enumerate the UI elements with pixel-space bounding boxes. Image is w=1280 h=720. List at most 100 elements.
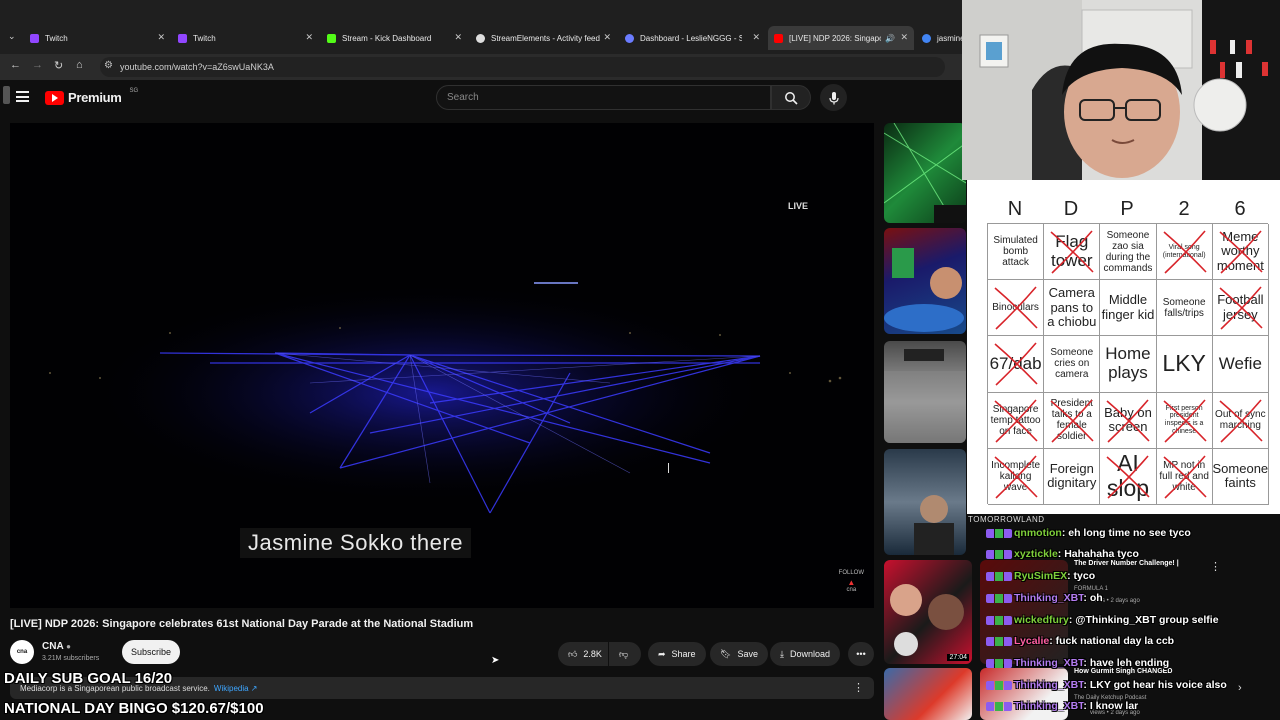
thumbnail-image xyxy=(884,248,964,332)
chat-badge-icon xyxy=(986,658,1012,668)
browser-tab[interactable]: Twitch ✕ xyxy=(178,28,313,48)
bingo-cell: Out of sync marching xyxy=(1212,392,1269,449)
streamelements-icon xyxy=(476,33,485,43)
search-input[interactable]: Search xyxy=(436,85,771,110)
bingo-cell: Someone faints xyxy=(1212,448,1269,505)
browser-tab[interactable]: jasmine xyxy=(922,28,962,48)
bingo-header: P xyxy=(1120,198,1134,220)
more-horizontal-icon: ••• xyxy=(856,649,866,659)
recommendation-thumbnail[interactable] xyxy=(884,228,966,334)
channel-name[interactable]: CNA ● xyxy=(42,641,71,652)
chat-badge-icon xyxy=(986,571,1012,581)
chat-message: qnmotion: eh long time no see tyco xyxy=(986,527,1191,539)
wikipedia-link[interactable]: Wikipedia ↗ xyxy=(214,684,258,693)
home-icon[interactable]: ⌂ xyxy=(76,59,83,71)
chat-username[interactable]: xyztickle xyxy=(1014,548,1058,560)
url-text: youtube.com/watch?v=aZ6swUaNK3A xyxy=(120,62,274,72)
bingo-cell: Viral song (international) xyxy=(1156,224,1213,281)
chat-username[interactable]: Thinking_XBT xyxy=(1014,592,1083,604)
search-button[interactable] xyxy=(771,85,811,110)
bingo-cell: Someone cries on camera xyxy=(1044,336,1101,393)
url-field[interactable]: ⚙ youtube.com/watch?v=aZ6swUaNK3A xyxy=(100,57,945,77)
chat-username[interactable]: Thinking_XBT xyxy=(1014,679,1083,691)
close-tab-icon[interactable]: ✕ xyxy=(157,32,165,43)
browser-tab-active[interactable]: [LIVE] NDP 2026: Singapore 🔊 ✕ xyxy=(768,26,914,50)
address-bar-row: ← → ↻ ⌂ ⚙ youtube.com/watch?v=aZ6swUaNK3… xyxy=(0,54,962,80)
chat-badge-icon xyxy=(986,549,1012,559)
sub-goal-overlay: DAILY SUB GOAL 16/20 xyxy=(4,670,173,687)
chat-username[interactable]: Thinking_XBT xyxy=(1014,700,1083,712)
browser-tab[interactable]: Stream - Kick Dashboard ✕ xyxy=(327,28,462,48)
chat-username[interactable]: RyuSimEX xyxy=(1014,570,1067,582)
chat-badge-icon xyxy=(986,680,1012,690)
bookmark-icon: 🔖︎ xyxy=(720,648,732,659)
tab-title: Dashboard - LeslieNGGG - Sync xyxy=(640,33,742,43)
bingo-cell-text: Viral song (international) xyxy=(1162,243,1206,259)
chat-username[interactable]: wickedfury xyxy=(1014,614,1069,626)
channel-name-text: CNA xyxy=(42,641,64,652)
more-vertical-icon[interactable]: ⋮ xyxy=(853,681,864,694)
bingo-cell-text: LKY xyxy=(1162,350,1206,377)
browser-tab[interactable]: Dashboard - LeslieNGGG - Sync ✕ xyxy=(625,28,760,48)
chat-text: have leh ending xyxy=(1089,657,1170,669)
bingo-goal-overlay: NATIONAL DAY BINGO $120.67/$100 xyxy=(4,700,264,717)
chat-username[interactable]: qnmotion xyxy=(1014,527,1062,539)
speaker-icon[interactable]: 🔊 xyxy=(885,34,895,43)
video-title: [LIVE] NDP 2026: Singapore celebrates 61… xyxy=(10,618,474,630)
download-icon: ⤓ xyxy=(780,648,784,659)
bingo-cell: 67/dab xyxy=(988,336,1045,393)
bingo-cell-text: Football jersey xyxy=(1217,292,1264,322)
voice-search-button[interactable] xyxy=(820,84,847,111)
region-label: SG xyxy=(129,87,139,94)
tab-list-icon[interactable]: ⌄ xyxy=(8,31,16,42)
forward-icon[interactable]: → xyxy=(32,59,43,71)
close-tab-icon[interactable]: ✕ xyxy=(752,32,760,43)
recommendation-thumbnail[interactable] xyxy=(884,123,966,223)
youtube-logo[interactable]: Premium SG xyxy=(45,87,139,105)
chat-message: wickedfury: @Thinking_XBT group selfie xyxy=(986,614,1219,626)
close-tab-icon[interactable]: ✕ xyxy=(900,32,908,43)
chat-username[interactable]: Lycalie xyxy=(1014,635,1049,647)
share-button[interactable]: ➦ Share xyxy=(648,642,706,666)
reload-icon[interactable]: ↻ xyxy=(54,59,63,72)
bingo-cell-text: Wefie xyxy=(1218,353,1262,373)
bingo-cell: Camera pans to a chiobu xyxy=(1044,280,1101,337)
thumbnail-image xyxy=(884,123,966,223)
bingo-cell-text: Binoculars xyxy=(992,302,1039,314)
download-button[interactable]: ⤓ Download xyxy=(770,642,841,666)
bingo-cell: AI slop xyxy=(1100,448,1157,505)
more-actions-button[interactable]: ••• xyxy=(848,642,874,666)
bingo-cell-text: First person president inspects is a chi… xyxy=(1164,404,1204,435)
like-button[interactable]: 👍︎ 2.8K xyxy=(558,642,608,666)
browser-tab[interactable]: StreamElements - Activity feed ✕ xyxy=(476,28,611,48)
bingo-grid: Simulated bomb attack Flag tower Someone z… xyxy=(987,223,1269,505)
close-tab-icon[interactable]: ✕ xyxy=(305,32,313,43)
dislike-button[interactable]: 👎︎ xyxy=(609,642,641,666)
bingo-cell-text: Singapore temp tattoo on face xyxy=(990,403,1041,437)
chat-username[interactable]: Thinking_XBT xyxy=(1014,657,1083,669)
tab-title: Stream - Kick Dashboard xyxy=(342,33,432,43)
save-button[interactable]: 🔖︎ Save xyxy=(710,642,768,666)
browser-tab[interactable]: Twitch ✕ xyxy=(30,28,165,48)
close-tab-icon[interactable]: ✕ xyxy=(603,32,611,43)
sync-icon xyxy=(625,33,634,43)
brand-label: Premium xyxy=(68,90,122,105)
site-info-icon[interactable]: ⚙ xyxy=(104,60,113,71)
channel-avatar[interactable]: cna xyxy=(10,640,34,664)
bingo-cell: First person president inspects is a chi… xyxy=(1156,392,1213,449)
webcam-image xyxy=(962,0,1280,180)
chat-text: I know lar xyxy=(1089,700,1139,712)
close-tab-icon[interactable]: ✕ xyxy=(454,32,462,43)
follow-watermark[interactable]: FOLLOW ▲ cna xyxy=(839,570,864,593)
tab-title: jasmine xyxy=(937,33,962,43)
subscribe-button[interactable]: Subscribe xyxy=(122,640,180,664)
back-icon[interactable]: ← xyxy=(10,59,21,71)
tab-title: [LIVE] NDP 2026: Singapore xyxy=(789,33,881,43)
chat-badge-icon xyxy=(986,636,1012,646)
bingo-cell: Baby on screen xyxy=(1100,392,1157,449)
recommendation-thumbnail[interactable] xyxy=(884,341,966,443)
video-player[interactable]: LIVE Jasmine Sokko there FOLLOW ▲ cna xyxy=(10,123,874,608)
menu-icon[interactable] xyxy=(16,91,29,102)
bingo-cell-text: Out of sync marching xyxy=(1215,409,1266,432)
bingo-cell: Middle finger kid xyxy=(1100,280,1157,337)
